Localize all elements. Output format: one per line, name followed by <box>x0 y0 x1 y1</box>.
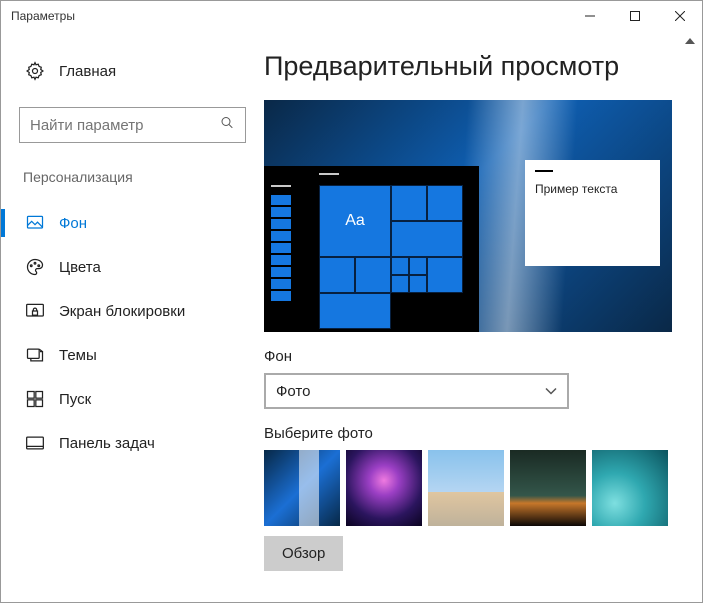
sidebar-item-home[interactable]: Главная <box>19 51 246 91</box>
sidebar-item-label: Темы <box>59 347 97 364</box>
lockscreen-icon <box>25 301 45 321</box>
sidebar-item-themes[interactable]: Темы <box>19 335 246 375</box>
sidebar-item-label: Главная <box>59 63 116 80</box>
background-label: Фон <box>264 348 674 365</box>
titlebar: Параметры <box>1 1 702 31</box>
preview-tile-aa: Aa <box>319 185 391 257</box>
search-field[interactable] <box>30 117 229 134</box>
select-value: Фото <box>276 383 310 400</box>
sidebar-item-start[interactable]: Пуск <box>19 379 246 419</box>
sidebar-item-background[interactable]: Фон <box>19 203 246 243</box>
photo-thumbnails <box>264 450 674 526</box>
window-controls <box>567 1 702 30</box>
photo-thumb[interactable] <box>510 450 586 526</box>
main-pane: Предварительный просмотр Aa <box>256 31 682 602</box>
palette-icon <box>25 257 45 277</box>
search-icon <box>219 115 235 136</box>
picture-icon <box>25 213 45 233</box>
page-heading: Предварительный просмотр <box>264 51 674 82</box>
minimize-button[interactable] <box>567 1 612 31</box>
search-input[interactable] <box>19 107 246 143</box>
sidebar-item-label: Экран блокировки <box>59 303 185 320</box>
background-preview: Aa При <box>264 100 672 332</box>
photo-thumb[interactable] <box>592 450 668 526</box>
scroll-up-icon[interactable] <box>683 31 697 51</box>
sidebar: Главная Персонализация Фон Цвета Э <box>1 31 256 602</box>
photo-thumb[interactable] <box>264 450 340 526</box>
photo-thumb[interactable] <box>346 450 422 526</box>
background-type-select[interactable]: Фото <box>264 373 569 409</box>
maximize-button[interactable] <box>612 1 657 31</box>
chevron-down-icon <box>545 383 557 400</box>
browse-button[interactable]: Обзор <box>264 536 343 571</box>
choose-photo-label: Выберите фото <box>264 425 674 442</box>
sidebar-item-label: Панель задач <box>59 435 155 452</box>
themes-icon <box>25 345 45 365</box>
close-button[interactable] <box>657 1 702 31</box>
sidebar-item-label: Цвета <box>59 259 101 276</box>
preview-window-sample: Пример текста <box>525 160 660 266</box>
window-title: Параметры <box>11 9 567 23</box>
sidebar-item-colors[interactable]: Цвета <box>19 247 246 287</box>
photo-thumb[interactable] <box>428 450 504 526</box>
taskbar-icon <box>25 433 45 453</box>
sidebar-item-label: Фон <box>59 215 87 232</box>
scrollbar[interactable] <box>681 31 699 600</box>
gear-icon <box>25 61 45 81</box>
sidebar-item-taskbar[interactable]: Панель задач <box>19 423 246 463</box>
preview-start-overlay: Aa <box>264 166 479 332</box>
sidebar-section-title: Персонализация <box>23 169 246 185</box>
sidebar-item-label: Пуск <box>59 391 91 408</box>
start-icon <box>25 389 45 409</box>
sidebar-item-lockscreen[interactable]: Экран блокировки <box>19 291 246 331</box>
